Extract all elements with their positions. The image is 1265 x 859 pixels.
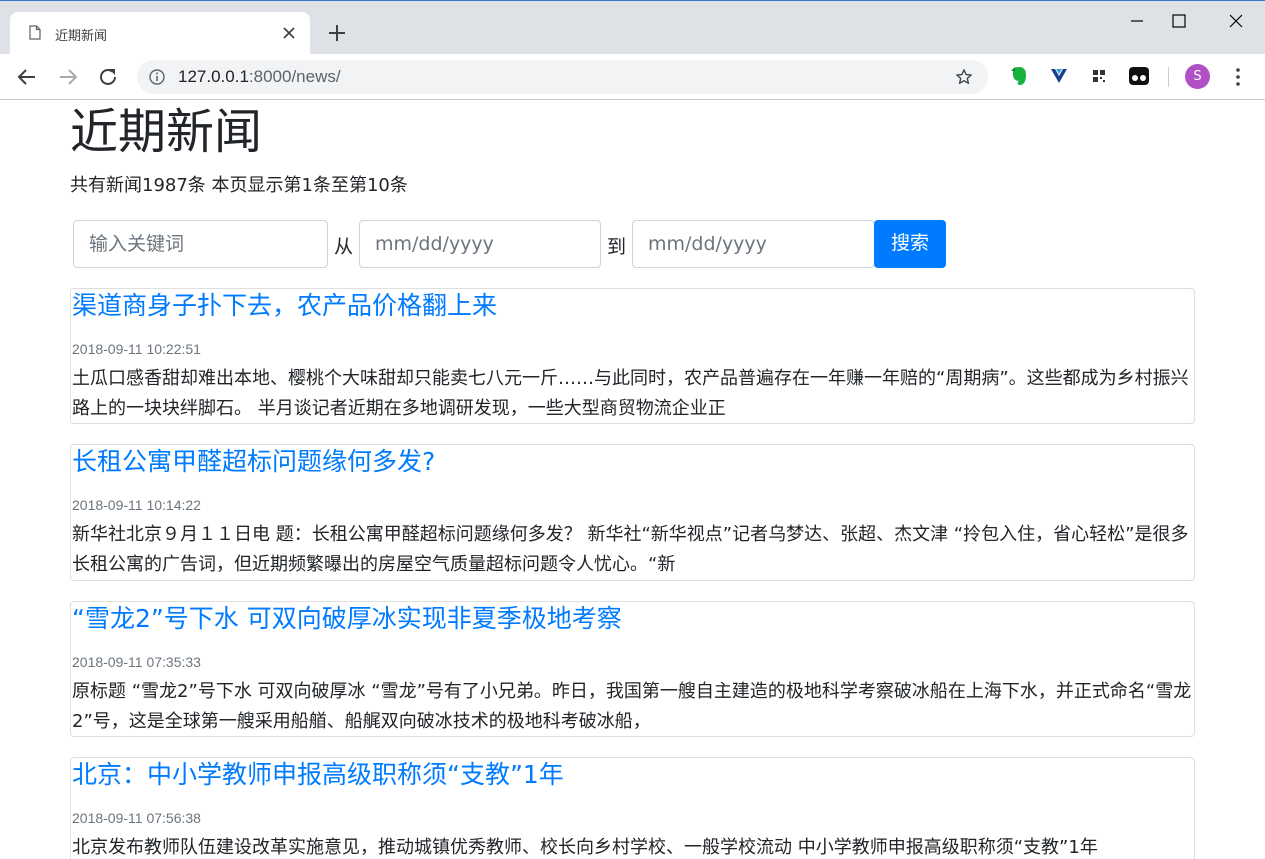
news-card: “雪龙2”号下水 可双向破厚冰实现非夏季极地考察 2018-09-11 07:3…: [70, 601, 1195, 737]
news-card: 渠道商身子扑下去，农产品价格翻上来 2018-09-11 10:22:51 土瓜…: [70, 288, 1195, 424]
search-button[interactable]: 搜索: [874, 220, 946, 268]
star-icon[interactable]: [955, 68, 973, 86]
news-excerpt: 北京发布教师队伍建设改革实施意见，推动城镇优秀教师、校长向乡村学校、一般学校流动…: [72, 837, 1098, 858]
plus-icon[interactable]: [326, 22, 348, 44]
close-icon[interactable]: [280, 24, 298, 42]
result-summary: 共有新闻1987条 本页显示第1条至第10条: [70, 175, 408, 196]
news-excerpt: 新华社北京９月１１日电 题：长租公寓甲醛超标问题缘何多发？ 新华社“新华视点”记…: [72, 524, 1189, 575]
back-icon[interactable]: [15, 65, 39, 89]
reload-icon[interactable]: [96, 65, 120, 89]
browser-toolbar: 127.0.0.1:8000/news/ S: [0, 54, 1265, 100]
from-label: 从: [334, 236, 354, 258]
window-close-icon[interactable]: [1221, 9, 1251, 33]
maximize-icon[interactable]: [1164, 9, 1194, 33]
extension-icon[interactable]: [1047, 64, 1071, 88]
url-text[interactable]: 127.0.0.1:8000/news/: [178, 67, 341, 87]
date-to-input[interactable]: mm/dd/yyyy: [632, 220, 875, 268]
forward-icon[interactable]: [56, 65, 80, 89]
tampermonkey-icon[interactable]: [1127, 64, 1151, 88]
news-card: 北京：中小学教师申报高级职称须“支教”1年 2018-09-11 07:56:3…: [70, 757, 1195, 859]
qr-icon[interactable]: [1087, 64, 1111, 88]
news-title-link[interactable]: 长租公寓甲醛超标问题缘何多发?: [72, 445, 435, 479]
url-host: 127.0.0.1: [178, 67, 249, 86]
to-label: 到: [607, 236, 627, 258]
news-date: 2018-09-11 10:14:22: [72, 497, 201, 513]
page-viewport: 近期新闻 共有新闻1987条 本页显示第1条至第10条 输入关键词 从 mm/d…: [0, 100, 1265, 859]
news-card: 长租公寓甲醛超标问题缘何多发? 2018-09-11 10:14:22 新华社北…: [70, 444, 1195, 581]
news-title-link[interactable]: 北京：中小学教师申报高级职称须“支教”1年: [72, 758, 564, 792]
tab-strip: 近期新闻: [0, 0, 1265, 55]
news-date: 2018-09-11 07:35:33: [72, 654, 201, 670]
browser-chrome: 近期新闻 127.0.0.1:8000/news/ S: [0, 0, 1265, 100]
profile-avatar[interactable]: S: [1185, 64, 1210, 89]
url-path: :8000/news/: [248, 67, 341, 86]
minimize-icon[interactable]: [1122, 9, 1152, 33]
menu-icon[interactable]: [1226, 65, 1250, 89]
news-date: 2018-09-11 07:56:38: [72, 810, 201, 826]
keyword-input[interactable]: 输入关键词: [73, 220, 328, 268]
news-title-link[interactable]: “雪龙2”号下水 可双向破厚冰实现非夏季极地考察: [72, 602, 622, 636]
news-excerpt: 土瓜口感香甜却难出本地、樱桃个大味甜却只能卖七八元一斤……与此同时，农产品普遍存…: [72, 368, 1189, 419]
page-title: 近期新闻: [70, 104, 263, 160]
news-date: 2018-09-11 10:22:51: [72, 341, 201, 357]
info-icon[interactable]: [149, 69, 165, 85]
date-from-input[interactable]: mm/dd/yyyy: [359, 220, 601, 268]
page-icon: [29, 25, 41, 40]
news-title-link[interactable]: 渠道商身子扑下去，农产品价格翻上来: [72, 289, 497, 323]
tab-title: 近期新闻: [55, 29, 108, 44]
evernote-icon[interactable]: [1007, 64, 1031, 88]
toolbar-divider: [1168, 67, 1169, 87]
address-bar[interactable]: 127.0.0.1:8000/news/: [137, 60, 988, 94]
news-excerpt: 原标题 “雪龙2”号下水 可双向破厚冰 “雪龙”号有了小兄弟。昨日，我国第一艘自…: [72, 681, 1192, 732]
browser-tab[interactable]: 近期新闻: [10, 12, 310, 55]
